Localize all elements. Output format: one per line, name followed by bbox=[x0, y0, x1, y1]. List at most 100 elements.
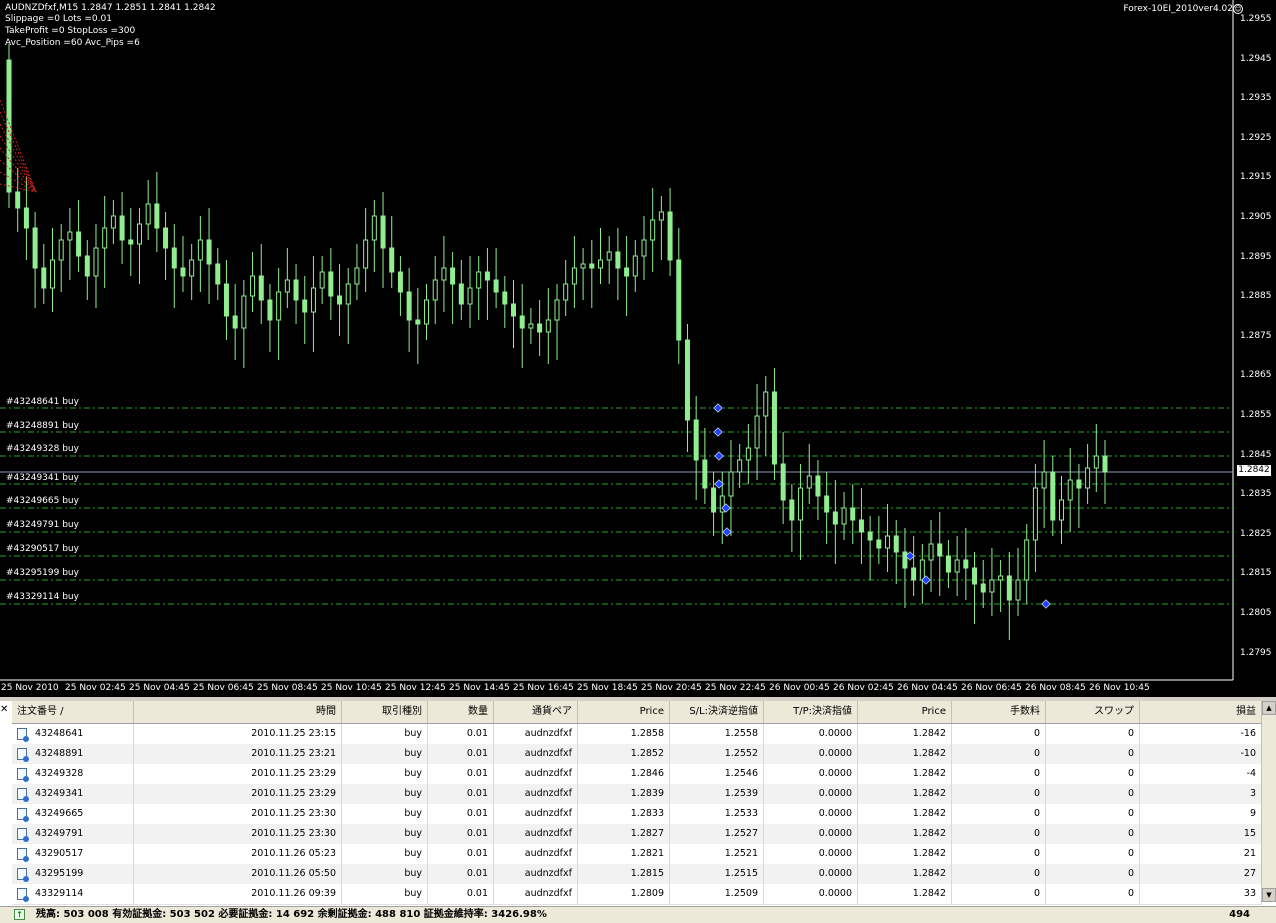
candle-body bbox=[67, 231, 73, 241]
price-axis-tick: 1.2875 bbox=[1240, 330, 1272, 341]
table-cell: 0 bbox=[952, 844, 1046, 864]
close-icon[interactable]: ✕ bbox=[0, 704, 10, 715]
order-label: #43248891 buy bbox=[6, 421, 79, 431]
table-cell: 1.2842 bbox=[858, 764, 952, 784]
table-cell: 1.2842 bbox=[858, 884, 952, 904]
cell-ticket: 43248641 bbox=[12, 724, 134, 744]
table-cell: 0.01 bbox=[428, 744, 494, 764]
table-row[interactable]: 43249328 2010.11.25 23:29 buy 0.01 audnzdfxf… bbox=[12, 764, 1262, 785]
account-summary: 残高: 503 008 有効証拠金: 503 502 必要証拠金: 14 692… bbox=[36, 909, 547, 920]
entry-marker-icon bbox=[713, 427, 723, 437]
table-cell: 1.2527 bbox=[670, 824, 764, 844]
table-row[interactable]: 43248641 2010.11.25 23:15 buy 0.01 audnzdfxf… bbox=[12, 724, 1262, 745]
order-icon bbox=[17, 787, 29, 802]
candle-body bbox=[554, 299, 560, 321]
table-cell: buy bbox=[342, 804, 428, 824]
candle-body bbox=[171, 247, 177, 269]
candle-body bbox=[76, 231, 82, 257]
table-cell: -10 bbox=[1140, 744, 1262, 764]
candle-body bbox=[1093, 455, 1099, 469]
table-cell: 1.2558 bbox=[670, 724, 764, 744]
col-header-open-price[interactable]: Price bbox=[578, 701, 670, 723]
candle-body bbox=[597, 259, 603, 269]
candle-body bbox=[563, 283, 569, 301]
candle-body bbox=[337, 295, 343, 305]
chart-canvas[interactable] bbox=[0, 0, 1276, 697]
table-row[interactable]: 43249791 2010.11.25 23:30 buy 0.01 audnzdfxf… bbox=[12, 824, 1262, 845]
table-cell: 0 bbox=[1046, 804, 1140, 824]
table-row[interactable]: 43248891 2010.11.25 23:21 buy 0.01 audnzdfxf… bbox=[12, 744, 1262, 765]
time-axis-tick: 25 Nov 08:45 bbox=[257, 683, 318, 693]
scroll-up-icon[interactable]: ▲ bbox=[1262, 701, 1276, 715]
price-chart[interactable]: AUDNZDfxf,M15 1.2847 1.2851 1.2841 1.284… bbox=[0, 0, 1276, 697]
price-axis-tick: 1.2835 bbox=[1240, 489, 1272, 500]
table-cell: 0.0000 bbox=[764, 844, 858, 864]
col-header-type[interactable]: 取引種別 bbox=[342, 701, 428, 723]
candle-body bbox=[1032, 487, 1038, 541]
table-cell: 0 bbox=[952, 744, 1046, 764]
candle-body bbox=[754, 415, 760, 449]
col-header-size[interactable]: 数量 bbox=[428, 701, 494, 723]
candle-body bbox=[267, 299, 273, 321]
candle-body bbox=[136, 223, 142, 245]
price-axis-tick: 1.2805 bbox=[1240, 608, 1272, 618]
candle-body bbox=[789, 499, 795, 521]
table-row[interactable]: 43329114 2010.11.26 09:39 buy 0.01 audnzdfxf… bbox=[12, 884, 1262, 905]
candle-body bbox=[806, 475, 812, 489]
table-cell: 21 bbox=[1140, 844, 1262, 864]
candle-body bbox=[571, 267, 577, 285]
table-cell: 0.0000 bbox=[764, 744, 858, 764]
cell-ticket: 43290517 bbox=[12, 844, 134, 864]
table-row[interactable]: 43290517 2010.11.26 05:23 buy 0.01 audnzdfxf… bbox=[12, 844, 1262, 865]
price-axis-tick: 1.2815 bbox=[1240, 568, 1272, 579]
table-cell: 0 bbox=[952, 864, 1046, 884]
time-axis-tick: 26 Nov 00:45 bbox=[769, 683, 830, 693]
table-cell: 0.01 bbox=[428, 864, 494, 884]
table-cell: 0.01 bbox=[428, 804, 494, 824]
col-header-current-price[interactable]: Price bbox=[858, 701, 952, 723]
table-cell: -16 bbox=[1140, 724, 1262, 744]
table-cell: 0.0000 bbox=[764, 884, 858, 904]
table-cell: 1.2821 bbox=[578, 844, 670, 864]
cell-ticket: 43249341 bbox=[12, 784, 134, 804]
col-header-tp[interactable]: T/P:決済指値 bbox=[764, 701, 858, 723]
col-header-swap[interactable]: スワップ bbox=[1046, 701, 1140, 723]
price-axis-tick: 1.2915 bbox=[1240, 172, 1272, 183]
table-cell: 0 bbox=[952, 764, 1046, 784]
cell-ticket: 43248891 bbox=[12, 744, 134, 764]
order-label: #43249791 buy bbox=[6, 520, 79, 530]
table-cell: 1.2842 bbox=[858, 724, 952, 744]
candle-body bbox=[502, 291, 508, 305]
table-row[interactable]: 43295199 2010.11.26 05:50 buy 0.01 audnzdfxf… bbox=[12, 864, 1262, 885]
candle-body bbox=[197, 239, 203, 261]
price-axis-tick: 1.2795 bbox=[1240, 647, 1272, 658]
table-cell: 0 bbox=[1046, 884, 1140, 904]
col-header-commission[interactable]: 手数料 bbox=[952, 701, 1046, 723]
table-cell: audnzdfxf bbox=[494, 784, 578, 804]
col-header-profit[interactable]: 損益 bbox=[1140, 701, 1262, 723]
candle-body bbox=[84, 255, 90, 277]
table-row[interactable]: 43249341 2010.11.25 23:29 buy 0.01 audnzdfxf… bbox=[12, 784, 1262, 805]
order-icon bbox=[17, 767, 29, 782]
col-header-ticket[interactable]: 注文番号 / bbox=[12, 701, 134, 723]
scroll-down-icon[interactable]: ▼ bbox=[1262, 888, 1276, 902]
col-header-symbol[interactable]: 通貨ペア bbox=[494, 701, 578, 723]
candle-body bbox=[650, 219, 656, 241]
arrow-up-icon: ↑ bbox=[14, 909, 25, 920]
candle-body bbox=[763, 391, 769, 417]
candle-body bbox=[371, 215, 377, 241]
price-axis-tick: 1.2855 bbox=[1240, 410, 1272, 420]
col-header-sl[interactable]: S/L:決済逆指値 bbox=[670, 701, 764, 723]
vertical-scrollbar[interactable]: ▲ ▼ bbox=[1261, 701, 1276, 902]
order-icon bbox=[17, 747, 29, 762]
table-cell: 1.2852 bbox=[578, 744, 670, 764]
col-header-time[interactable]: 時間 bbox=[134, 701, 342, 723]
table-cell: 0.01 bbox=[428, 784, 494, 804]
smiley-icon[interactable]: ☺ bbox=[1233, 4, 1243, 14]
candle-body bbox=[380, 215, 386, 249]
table-cell: 0 bbox=[1046, 764, 1140, 784]
table-row[interactable]: 43249665 2010.11.25 23:30 buy 0.01 audnzdfxf… bbox=[12, 804, 1262, 825]
candle-body bbox=[989, 579, 995, 593]
time-axis-tick: 25 Nov 12:45 bbox=[385, 683, 446, 693]
cell-ticket: 43249665 bbox=[12, 804, 134, 824]
